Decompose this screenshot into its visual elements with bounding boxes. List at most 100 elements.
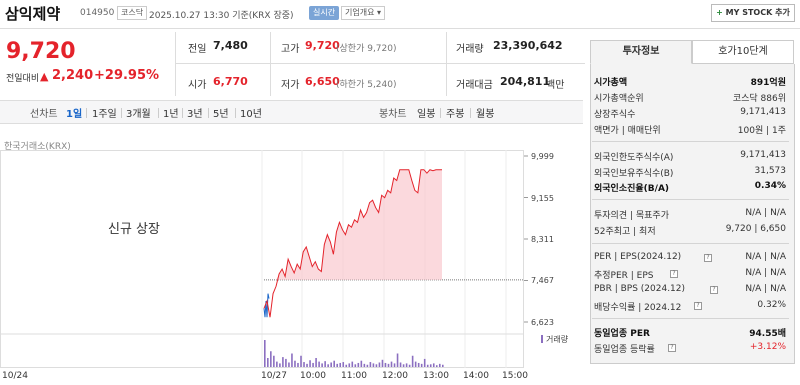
- divider: [208, 108, 209, 118]
- row-value: N/A | N/A: [745, 284, 786, 294]
- row-value: 100원 | 1주: [737, 126, 786, 136]
- row-label: 외국인소진율(B/A): [594, 184, 670, 194]
- help-icon[interactable]: ?: [670, 270, 678, 278]
- realtime-badge[interactable]: 실시간: [309, 6, 340, 20]
- divider: [470, 108, 471, 118]
- tab-1week[interactable]: 1주일: [92, 105, 117, 120]
- volume-bar: [288, 362, 290, 367]
- volume-bar: [315, 358, 317, 367]
- line-chart-label[interactable]: 선차트: [30, 105, 58, 120]
- period-tab-bar: [0, 100, 583, 124]
- divider: [446, 32, 447, 96]
- x-tick-label: 13:00: [423, 371, 449, 381]
- tab-3year[interactable]: 3년: [187, 105, 203, 120]
- row-label: 액면가 | 매매단위: [594, 126, 661, 136]
- y-tick-label: 6,623: [531, 318, 554, 327]
- help-icon[interactable]: ?: [668, 344, 676, 352]
- row-value: 9,171,413: [740, 107, 786, 117]
- row-value: 9,171,413: [740, 150, 786, 160]
- header-divider: [0, 28, 800, 29]
- tab-investment-info[interactable]: 투자정보: [590, 40, 692, 64]
- x-tick-label: 10/27: [261, 371, 287, 381]
- help-icon[interactable]: ?: [694, 302, 702, 310]
- volume-bar: [375, 364, 378, 367]
- volume-bar: [297, 362, 299, 367]
- volume-swatch: [541, 335, 543, 343]
- divider: [440, 108, 441, 118]
- tab-monthly-candle[interactable]: 월봉: [476, 105, 494, 120]
- divider: [235, 108, 236, 118]
- price-chart[interactable]: [0, 150, 530, 368]
- row-value: N/A | N/A: [745, 268, 786, 278]
- divider: [592, 199, 789, 200]
- volume-bar: [442, 364, 444, 367]
- volume-bar: [348, 363, 351, 367]
- volume-bar: [342, 362, 345, 367]
- row-label: 52주최고 | 최저: [594, 227, 656, 237]
- volume-bar: [402, 364, 405, 367]
- info-row-listed-shares: 상장주식수 9,171,413: [594, 107, 786, 121]
- row-label: 동일업종 등락률: [594, 345, 655, 355]
- volume-bar: [270, 351, 272, 367]
- divider: [86, 108, 87, 118]
- volume-bar: [420, 363, 423, 367]
- tab-daily-candle[interactable]: 일봉: [417, 105, 435, 120]
- stock-name: 삼익제약: [5, 5, 61, 23]
- row-label: 외국인보유주식수(B): [594, 169, 674, 179]
- investment-tabs: 투자정보 호가10단계: [590, 40, 795, 64]
- volume-bar: [423, 358, 426, 367]
- volume-bar: [384, 362, 387, 367]
- x-tick-label: 12:00: [382, 371, 408, 381]
- low-value: 6,650: [305, 75, 340, 88]
- tab-weekly-candle[interactable]: 주봉: [446, 105, 464, 120]
- tab-5year[interactable]: 5년: [213, 105, 229, 120]
- y-tick-label: 9,155: [531, 194, 554, 203]
- volume-bar: [366, 364, 369, 367]
- row-value: 94.55배: [749, 329, 786, 339]
- tab-orderbook-10[interactable]: 호가10단계: [692, 40, 794, 64]
- chevron-down-icon: ▾: [377, 8, 382, 17]
- company-overview-dropdown[interactable]: 기업개요 ▾: [341, 6, 386, 20]
- volume-bar: [264, 340, 266, 367]
- volume-bar: [399, 362, 402, 367]
- volume-bar: [345, 364, 348, 367]
- x-tick-label: 14:00: [463, 371, 489, 381]
- row-label: PER | EPS(2024.12): [594, 252, 682, 262]
- divider: [592, 243, 789, 244]
- volume-bar: [414, 361, 417, 367]
- open-value: 6,770: [213, 75, 248, 88]
- help-icon[interactable]: ?: [710, 286, 718, 294]
- row-label: 배당수익률 | 2024.12: [594, 303, 682, 313]
- divider: [592, 318, 789, 319]
- trade-value-unit: 백만: [546, 80, 565, 91]
- info-row-per-eps: PER | EPS(2024.12)? N/A | N/A: [594, 252, 786, 266]
- current-price: 9,720: [6, 39, 76, 64]
- tab-10year[interactable]: 10년: [240, 105, 262, 120]
- divider: [158, 108, 159, 118]
- candle-chart-label[interactable]: 봉차트: [379, 105, 407, 120]
- help-icon[interactable]: ?: [704, 254, 712, 262]
- divider: [175, 63, 585, 64]
- volume-bar: [279, 363, 281, 367]
- info-row-dividend: 배당수익률 | 2024.12? 0.32%: [594, 300, 786, 314]
- my-stock-add-button[interactable]: + MY STOCK 추가: [711, 4, 795, 22]
- row-value: 0.34%: [754, 181, 786, 191]
- volume-bar: [435, 365, 438, 367]
- tab-1day[interactable]: 1일: [66, 105, 82, 120]
- tab-3month[interactable]: 3개월: [126, 105, 151, 120]
- volume-bar: [387, 363, 390, 367]
- row-label: 추정PER | EPS: [594, 271, 654, 281]
- open-label: 시가: [188, 80, 207, 91]
- info-row-foreign-exhaustion: 외국인소진율(B/A) 0.34%: [594, 181, 786, 195]
- volume-bar: [294, 360, 296, 367]
- info-row-foreign-limit: 외국인한도주식수(A) 9,171,413: [594, 150, 786, 164]
- high-label: 고가: [281, 44, 300, 55]
- row-value: 891억원: [750, 78, 786, 88]
- volume-bar: [276, 361, 278, 367]
- tab-1year[interactable]: 1년: [163, 105, 179, 120]
- volume-bar: [405, 363, 408, 367]
- volume-bar: [429, 364, 432, 367]
- volume-bar: [408, 364, 411, 367]
- row-label: 동일업종 PER: [594, 329, 650, 339]
- price-change-pct: +29.95%: [94, 68, 160, 83]
